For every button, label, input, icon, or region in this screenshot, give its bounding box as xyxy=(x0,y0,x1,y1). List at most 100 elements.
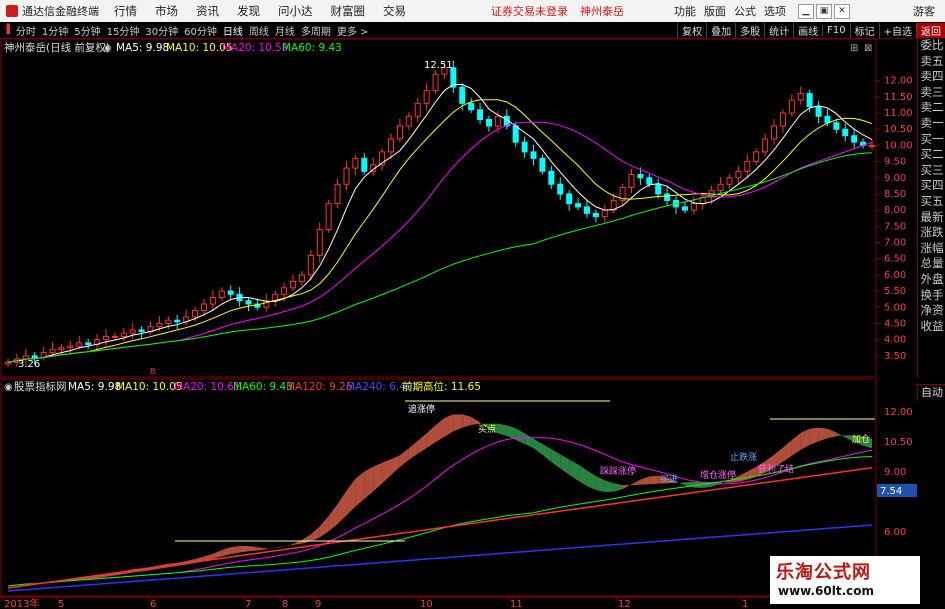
app-logo: 通达信金融终端 xyxy=(0,3,105,19)
ribbon-segment xyxy=(105,572,115,577)
overlay-button[interactable]: 叠加 xyxy=(706,22,735,38)
period-tab-more[interactable]: 更多 > xyxy=(334,23,372,38)
menu-trade[interactable]: 交易 xyxy=(374,3,415,19)
period-tab-5min[interactable]: 5分钟 xyxy=(71,23,103,38)
window-controls: ▁ ▣ ✕ xyxy=(798,3,850,19)
sidebar-item-latest[interactable]: 最新 xyxy=(918,210,945,226)
ribbon-segment xyxy=(676,481,685,486)
period-tab-60min[interactable]: 60分钟 xyxy=(181,23,220,38)
sidebar-item-sell3[interactable]: 卖三 xyxy=(918,85,945,101)
stock-name-link[interactable]: 神州泰岳 xyxy=(574,3,630,19)
ribbon-segment xyxy=(399,448,409,467)
sidebar-item-sell1[interactable]: 卖一 xyxy=(918,116,945,132)
add-watchlist-button[interactable]: +自选 xyxy=(878,22,916,38)
ribbon-segment xyxy=(328,504,338,532)
menu-formula[interactable]: 公式 xyxy=(730,3,760,19)
sidebar-item-buy1[interactable]: 买一 xyxy=(918,132,945,148)
ribbon-segment xyxy=(88,574,98,580)
ribbon-segment xyxy=(61,578,71,582)
ribbon-segment xyxy=(221,547,231,557)
sidebar-item-change[interactable]: 涨跌 xyxy=(918,225,945,241)
sidebar-item-buy3[interactable]: 买三 xyxy=(918,163,945,179)
candle-body xyxy=(779,112,786,127)
menu-news[interactable]: 资讯 xyxy=(187,3,228,19)
f10-button[interactable]: F10 xyxy=(822,24,849,36)
minimize-icon[interactable]: ▁ xyxy=(798,3,814,19)
stats-button[interactable]: 统计 xyxy=(764,22,793,38)
panel-close-icon[interactable]: ⊠ xyxy=(864,43,872,54)
multi-stock-button[interactable]: 多股 xyxy=(735,22,764,38)
menu-options[interactable]: 选项 xyxy=(760,3,790,19)
chart-area[interactable]: 神州泰岳(日线 前复权) ◉ MA5: 9.98 MA10: 10.05 MA2… xyxy=(0,0,945,609)
indicator-annotation: 止跌涨 xyxy=(730,451,757,463)
back-button[interactable]: 返回 xyxy=(916,22,945,38)
ribbon-segment xyxy=(150,565,160,571)
period-tab-1min[interactable]: 1分钟 xyxy=(39,23,71,38)
candle-body xyxy=(423,89,430,104)
sidebar-item-buy5[interactable]: 买五 xyxy=(918,194,945,210)
sidebar-item-turnover[interactable]: 换手 xyxy=(918,288,945,304)
candle-body xyxy=(619,186,626,201)
indicator-annotation: 踩踩涨停 xyxy=(600,465,636,477)
mark-button[interactable]: 标记 xyxy=(849,22,879,38)
sidebar-item-volume[interactable]: 总量 xyxy=(918,256,945,272)
candle-body xyxy=(468,102,475,111)
candle-body xyxy=(67,345,74,349)
draw-line-button[interactable]: 画线 xyxy=(793,22,822,38)
ma20-line xyxy=(7,121,873,363)
menu-market[interactable]: 市场 xyxy=(146,3,187,19)
main-axis-tick: 3.50 xyxy=(884,351,906,362)
candle-body xyxy=(102,335,109,341)
time-axis-tick: 7 xyxy=(245,599,251,609)
close-icon[interactable]: ✕ xyxy=(834,3,850,19)
indicator-annotation: 增仓涨停 xyxy=(700,469,736,481)
ribbon-segment xyxy=(809,427,819,445)
sidebar-item-outer[interactable]: 外盘 xyxy=(918,272,945,288)
sidebar-item-buy4[interactable]: 买四 xyxy=(918,178,945,194)
main-panel-frame xyxy=(0,38,877,378)
candle-body xyxy=(646,177,653,185)
menu-discover[interactable]: 发现 xyxy=(228,3,269,19)
ribbon-segment xyxy=(827,428,837,439)
period-tab-weekly[interactable]: 周线 xyxy=(246,23,272,38)
ma5-legend: MA5: 9.98 xyxy=(116,42,169,54)
period-tab-15min[interactable]: 15分钟 xyxy=(104,23,143,38)
ribbon-segment xyxy=(667,477,677,484)
main-axis-tick: 6.00 xyxy=(884,270,906,281)
candle-body xyxy=(762,138,769,153)
sidebar-item-change-pct[interactable]: 涨幅 xyxy=(918,241,945,257)
ribbon-segment xyxy=(622,484,632,490)
time-axis-tick: 5 xyxy=(58,599,64,609)
sidebar-item-earnings[interactable]: 收益 xyxy=(918,319,945,335)
menu-ask-xiaoda[interactable]: 问小达 xyxy=(269,3,322,19)
candle-body xyxy=(31,355,38,358)
ribbon-segment xyxy=(132,568,142,573)
adjust-button[interactable]: 复权 xyxy=(677,22,706,38)
ribbon-segment xyxy=(70,577,80,581)
sidebar-item-sell4[interactable]: 卖四 xyxy=(918,69,945,85)
sidebar-item-sell5[interactable]: 卖五 xyxy=(918,54,945,70)
toolbar-collapse-icon[interactable]: ▐ xyxy=(0,25,13,35)
ribbon-segment xyxy=(43,581,53,583)
period-tab-intraday[interactable]: 分时 xyxy=(13,23,39,38)
sidebar-item-net-assets[interactable]: 净资 xyxy=(918,303,945,319)
menu-wealth-circle[interactable]: 财富圈 xyxy=(322,3,375,19)
period-tab-daily[interactable]: 日线 xyxy=(220,23,246,38)
menu-layout[interactable]: 版面 xyxy=(700,3,730,19)
main-axis-tick: 4.50 xyxy=(884,318,906,329)
menu-function[interactable]: 功能 xyxy=(670,3,700,19)
sidebar-item-weibi[interactable]: 委比 xyxy=(918,38,945,54)
menu-quotes[interactable]: 行情 xyxy=(105,3,146,19)
period-tab-monthly[interactable]: 月线 xyxy=(272,23,298,38)
auto-scale-button[interactable]: 自动 xyxy=(917,384,945,401)
ma-lines xyxy=(7,84,873,363)
period-tab-multi[interactable]: 多周期 xyxy=(298,23,334,38)
guest-user[interactable]: 游客 xyxy=(903,3,945,19)
sidebar-item-buy2[interactable]: 买二 xyxy=(918,147,945,163)
login-status-link[interactable]: 证券交易未登录 xyxy=(485,3,574,19)
panel-options-icon[interactable]: ⊞ xyxy=(850,43,858,54)
ribbon-segment xyxy=(284,544,294,547)
sidebar-item-sell2[interactable]: 卖二 xyxy=(918,100,945,116)
maximize-icon[interactable]: ▣ xyxy=(816,3,832,19)
period-tab-30min[interactable]: 30分钟 xyxy=(142,23,181,38)
